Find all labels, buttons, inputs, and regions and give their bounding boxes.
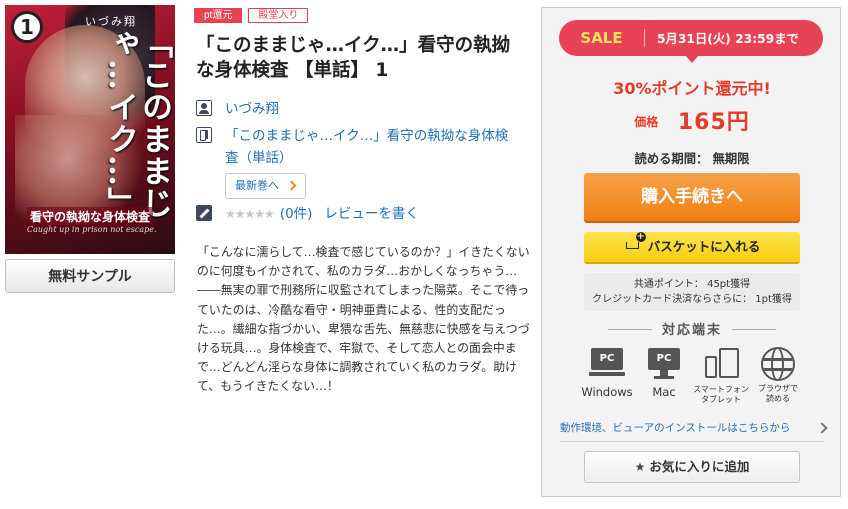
cover-image[interactable]: 1 いづみ翔 「このままじゃ…イク…」 看守の執拗な身体検査 Caught up… [5, 5, 175, 254]
device-windows-label: Windows [581, 385, 633, 399]
common-points: 共通ポイント： 45pt獲得 [633, 279, 751, 290]
device-mac-label: Mac [652, 385, 676, 399]
series-link[interactable]: 「このままじゃ…イク…」看守の執拗な身体検査（単話） [225, 125, 515, 169]
cover-english-subtitle: Caught up in prison not escape. [27, 225, 157, 234]
device-mac: PC Mac [634, 346, 694, 399]
device-browser: ブラウザで 読める [748, 346, 808, 404]
review-count[interactable]: (0件) [280, 203, 313, 225]
purchase-panel: SALE 5月31日(火) 23:59まで 30%ポイント還元中! 価格 165… [541, 7, 841, 497]
person-icon [196, 100, 212, 116]
free-sample-button[interactable]: 無料サンプル [5, 259, 175, 293]
cart-add-icon [624, 232, 646, 252]
rating-stars: ★★★★★ [225, 207, 275, 221]
supported-devices-title: 対応端末 [542, 319, 842, 338]
tag-point-back[interactable]: pt還元 [194, 8, 243, 23]
price: 価格 165円 [542, 104, 842, 136]
divider [560, 441, 824, 442]
globe-icon [761, 347, 795, 381]
add-to-basket-button[interactable]: バスケットに入れる [584, 232, 800, 264]
write-review-link[interactable]: レビューを書く [324, 203, 419, 225]
latest-volume-button[interactable]: 最新巻へ [225, 173, 306, 199]
device-windows: PC Windows [577, 346, 637, 399]
star-icon: ★ [634, 460, 646, 474]
credit-card-points: クレジットカード決済ならさらに： 1pt獲得 [592, 294, 792, 305]
device-smartphone-label: スマートフォン タブレット [693, 385, 749, 404]
tag-list: pt還元 殿堂入り [194, 8, 309, 23]
author-row: いづみ翔 [196, 98, 279, 120]
cover-subtitle: 看守の執拗な身体検査 [27, 207, 154, 226]
basket-label: バスケットに入れる [647, 239, 761, 254]
point-back-text: 30%ポイント還元中! [613, 79, 771, 98]
favorite-label: お気に入りに追加 [649, 459, 750, 474]
review-row: ★★★★★ (0件) レビューを書く [196, 203, 419, 225]
pc-mac-icon: PC [646, 346, 682, 382]
cover-volume-badge: 1 [11, 11, 43, 43]
pc-windows-icon: PC [589, 346, 625, 382]
price-label: 価格 [634, 115, 659, 129]
price-value: 165円 [677, 110, 750, 135]
sale-banner: SALE 5月31日(火) 23:59まで [559, 20, 823, 63]
reading-period: 読める期間： 無期限 [634, 152, 750, 166]
sale-deadline: 5月31日(火) 23:59まで [657, 32, 799, 46]
book-icon [196, 127, 212, 143]
purchase-button[interactable]: 購入手続きへ [584, 173, 800, 223]
author-link[interactable]: いづみ翔 [225, 98, 279, 120]
add-favorite-button[interactable]: ★ お気に入りに追加 [584, 451, 800, 483]
sale-label: SALE [580, 29, 623, 47]
latest-volume-label: 最新巻へ [235, 180, 279, 192]
book-description: 「こんなに濡らして…検査で感じているのか？」イきたくないのに何度もイかされて、私… [197, 245, 530, 394]
points-info: 共通ポイント： 45pt獲得 クレジットカード決済ならさらに： 1pt獲得 [584, 273, 800, 311]
tag-hall-of-fame[interactable]: 殿堂入り [248, 8, 309, 23]
environment-link[interactable]: 動作環境、ビューアのインストールはこちらから [560, 420, 790, 435]
series-row: 「このままじゃ…イク…」看守の執拗な身体検査（単話） [196, 125, 516, 169]
chevron-right-icon[interactable] [816, 422, 828, 434]
chevron-right-icon [286, 180, 297, 191]
book-title: 「このままじゃ…イク…」看守の執拗な身体検査 【単話】 1 [196, 35, 511, 81]
smartphone-tablet-icon [703, 346, 739, 382]
device-smartphone-tablet: スマートフォン タブレット [691, 346, 751, 405]
device-browser-label: ブラウザで 読める [758, 384, 798, 403]
pen-icon [196, 205, 212, 221]
